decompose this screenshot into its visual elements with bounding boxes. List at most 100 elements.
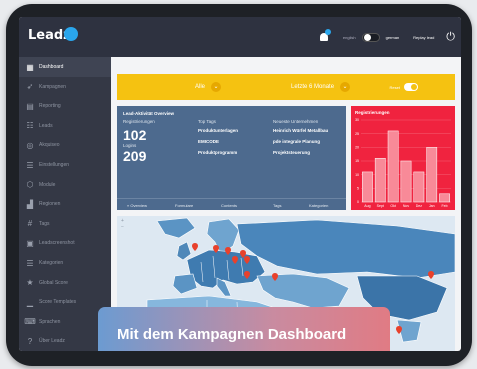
sidebar-item-tags[interactable]: # Tags <box>19 214 111 234</box>
x-tick-label: Okt <box>390 204 395 208</box>
top-tags-column: Top Tags Produktunterlagen EMICODE Produ… <box>198 119 238 161</box>
bar-feb[interactable] <box>439 193 450 203</box>
notification-badge <box>324 29 331 35</box>
sidebar-item-label: Sprachen <box>39 318 61 325</box>
top-bar: Leadz english german Replay lead ⏻ <box>19 17 461 57</box>
logins-value: 209 <box>123 148 147 164</box>
sidebar-item-label: Über Leadz <box>39 338 65 345</box>
bar-okt[interactable] <box>387 130 399 203</box>
sidebar-item-label: Regionen <box>39 201 61 208</box>
promo-banner: Mit dem Kampagnen Dashboard <box>98 307 390 351</box>
x-tick-label: Dez <box>416 204 422 208</box>
tab-tags[interactable]: Tags <box>273 203 281 208</box>
filter-period[interactable]: Letzte 6 Monate ⌄ <box>291 82 351 92</box>
bar-dez[interactable] <box>413 171 425 203</box>
tag-item[interactable]: Produktprogramm <box>198 150 238 161</box>
list-icon: ☰ <box>26 258 34 268</box>
tab-categories[interactable]: Kategorien <box>309 203 328 208</box>
sidebar-item-global-score[interactable]: ★ Global Score <box>19 273 111 293</box>
bar-icon: ▁ <box>26 297 34 307</box>
filter-bar: Alle ⌄ Letzte 6 Monate ⌄ Reset <box>117 74 455 100</box>
companies-label: Neueste Unternehmen <box>273 119 319 124</box>
chart-icon: ▤ <box>26 101 34 111</box>
leads-icon: ☷ <box>26 121 34 131</box>
x-tick-label: Sept <box>377 204 384 208</box>
reset-control[interactable]: Reset <box>390 83 418 91</box>
company-item[interactable]: Heinrich Würfel Metallbau <box>273 128 328 139</box>
sidebar-item-label: Kategorien <box>39 260 64 266</box>
y-tick-label: 5 <box>357 187 359 191</box>
company-item[interactable]: Projektsteuerung <box>273 150 328 161</box>
grid-icon: ▦ <box>26 62 34 72</box>
sidebar-item-label: Tags <box>39 220 50 227</box>
lang-german[interactable]: german <box>386 35 400 40</box>
registrations-label: Registrierungen <box>123 119 155 124</box>
sidebar-item-label: Global Score <box>39 279 68 286</box>
sidebar-item-label: Leads <box>39 122 53 129</box>
bar-nov[interactable] <box>400 160 412 203</box>
bar-jan[interactable] <box>426 147 438 203</box>
zoom-out-icon[interactable]: − <box>121 224 124 230</box>
stats-column: Registrierungen 102 Logins 209 <box>123 119 155 163</box>
sidebar-item-label: Akquiseo <box>39 142 60 149</box>
lead-activity-panel: Lead-Aktivität Overview Registrierungen … <box>117 106 346 210</box>
sidebar-item-module[interactable]: ⬡ Module <box>19 175 111 195</box>
tab-contents[interactable]: Contents <box>221 203 237 208</box>
y-tick-label: 20 <box>355 146 359 150</box>
filter-all[interactable]: Alle ⌄ <box>195 82 222 92</box>
sidebar-item-label: Einstellungen <box>39 162 70 168</box>
sidebar-item-leads[interactable]: ☷ Leads <box>19 116 111 136</box>
panel-tabs: « Overview Formulare Contents Tags Kateg… <box>117 198 346 210</box>
tag-item[interactable]: EMICODE <box>198 139 238 150</box>
sidebar-item-einstellungen[interactable]: ☰ Einstellungen <box>19 155 111 175</box>
y-tick-label: 25 <box>355 132 359 136</box>
bar-sept[interactable] <box>374 158 386 203</box>
sidebar-item-leadscreenshot[interactable]: ▣ Leadscreenshot <box>19 233 111 253</box>
y-tick-label: 30 <box>355 118 359 122</box>
sidebar-item-reporting[interactable]: ▤ Reporting <box>19 96 111 116</box>
sidebar-item-akquiseo[interactable]: ◎ Akquiseo <box>19 135 111 155</box>
sidebar-item-label: Leadscreenshot <box>39 240 75 247</box>
panel-title: Lead-Aktivität Overview <box>123 111 175 116</box>
tag-item[interactable]: Produktunterlagen <box>198 128 238 139</box>
company-item[interactable]: pde integrale Planung <box>273 139 328 150</box>
sidebar-item-label: Dashboard <box>39 64 64 70</box>
notification-bell-icon[interactable] <box>319 29 331 43</box>
sidebar-item-kategorien[interactable]: ☰ Kategorien <box>19 253 111 273</box>
region-icon: ▟ <box>26 199 34 209</box>
banner-text: Mit dem Kampagnen Dashboard <box>117 326 347 343</box>
sidebar-item-regionen[interactable]: ▟ Regionen <box>19 194 111 214</box>
sidebar-item-score-templates[interactable]: ▁ Score Templates <box>19 292 111 312</box>
sidebar-item-kampagnen[interactable]: ➶ Kampagnen <box>19 77 111 97</box>
sidebar-item-dashboard[interactable]: ▦ Dashboard <box>19 57 111 77</box>
toggle-knob <box>363 33 371 41</box>
y-tick-label: 0 <box>357 200 359 204</box>
brand-dot-icon <box>64 27 78 41</box>
top-right-controls: english german Replay lead ⏻ <box>319 29 455 45</box>
settings-icon: ☰ <box>26 160 34 170</box>
lang-english[interactable]: english <box>343 35 356 40</box>
filter-period-label: Letzte 6 Monate <box>291 84 335 90</box>
y-tick-label: 10 <box>355 173 359 177</box>
reset-label: Reset <box>389 84 400 90</box>
tab-overview[interactable]: « Overview <box>127 203 147 208</box>
rocket-icon: ➶ <box>26 82 34 92</box>
power-icon[interactable]: ⏻ <box>446 31 455 43</box>
sidebar: ▦ Dashboard ➶ Kampagnen ▤ Reporting ☷ Leads ◎ Akq… <box>19 57 111 351</box>
reset-toggle[interactable] <box>404 83 418 91</box>
tab-forms[interactable]: Formulare <box>175 203 193 208</box>
top-tags-label: Top Tags <box>198 119 216 124</box>
user-name[interactable]: Replay lead <box>413 35 434 40</box>
tablet-frame: Leadz english german Replay lead ⏻ ▦ Dash… <box>6 4 472 366</box>
question-icon: ? <box>27 336 33 346</box>
language-icon: ⌨ <box>24 317 36 327</box>
sidebar-item-label: Reporting <box>39 103 61 110</box>
companies-column: Neueste Unternehmen Heinrich Würfel Meta… <box>273 119 328 161</box>
x-tick-label: Nov <box>403 204 409 208</box>
language-toggle[interactable] <box>361 32 380 42</box>
y-tick-label: 15 <box>355 159 359 163</box>
registrations-bar-chart: 0 5 10 15 20 25 30 Aug Sept Okt Nov Dez Jan Feb <box>355 118 451 208</box>
bar-aug[interactable] <box>362 171 373 203</box>
hash-icon: # <box>27 219 33 229</box>
registrations-chart-panel: Registrierungen 0 5 10 15 20 25 30 Aug Sept Okt No… <box>351 106 455 210</box>
